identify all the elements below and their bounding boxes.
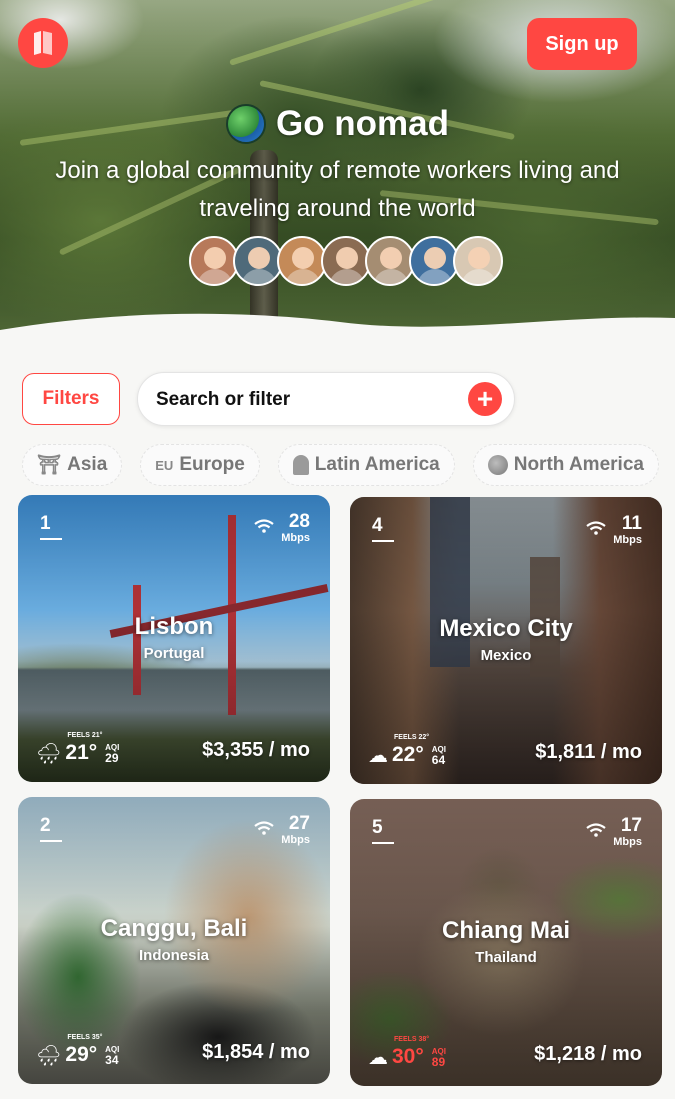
- feels-like: FEELS 21°: [67, 732, 103, 739]
- hero-title: Go nomad: [0, 104, 675, 144]
- cloud-icon: ☁: [368, 745, 388, 767]
- filters-button[interactable]: Filters: [22, 373, 120, 425]
- wifi-speed: 28 Mbps: [281, 511, 310, 544]
- feels-like: FEELS 35°: [67, 1034, 103, 1041]
- chip-north-america[interactable]: North America: [472, 444, 659, 486]
- city-card-chiang-mai[interactable]: 5 17 Mbps Chiang Mai Thailand ☁ FEELS 38°…: [350, 799, 662, 1086]
- chip-label: Latin America: [314, 454, 440, 475]
- add-filter-button[interactable]: +: [468, 382, 502, 416]
- wifi-speed: 17 Mbps: [613, 815, 642, 848]
- wifi-icon: [254, 519, 274, 533]
- member-avatars[interactable]: [189, 236, 503, 286]
- avatar[interactable]: [453, 236, 503, 286]
- hero-wave: [0, 313, 675, 360]
- rank-number: 5: [372, 817, 394, 844]
- wifi-icon: [586, 521, 606, 535]
- wifi-icon: [586, 823, 606, 837]
- globe-icon: [225, 104, 266, 144]
- hero-subtitle: Join a global community of remote worker…: [55, 157, 620, 222]
- aqi-value: 29: [105, 751, 119, 765]
- wifi-icon: [254, 821, 274, 835]
- cloud-icon: ☁: [368, 1047, 388, 1069]
- monthly-cost: $1,218 / mo: [534, 1043, 642, 1065]
- city-name: Lisbon: [134, 613, 214, 640]
- chip-latin-america[interactable]: Latin America: [277, 444, 455, 486]
- eu-icon: EU: [155, 457, 174, 473]
- feels-like: FEELS 38°: [394, 1036, 430, 1043]
- city-card-mexico-city[interactable]: 4 11 Mbps Mexico City Mexico ☁ FEELS 22° 2…: [350, 497, 662, 784]
- monthly-cost: $1,854 / mo: [202, 1041, 310, 1063]
- weather-info: ☁ FEELS 22° 22° AQI 64: [368, 734, 446, 767]
- wifi-speed: 27 Mbps: [281, 813, 310, 846]
- weather-info: 🌧 FEELS 21° 21° AQI 29: [36, 732, 119, 765]
- country-name: Thailand: [475, 949, 537, 966]
- page-title: Go nomad: [275, 104, 450, 143]
- weather-info: ☁ FEELS 38° 30° AQI 89: [368, 1036, 446, 1069]
- avatar[interactable]: [233, 236, 283, 286]
- chip-asia[interactable]: ⛩ Asia: [22, 444, 123, 486]
- avatar[interactable]: [277, 236, 327, 286]
- temperature: 30°: [392, 1045, 424, 1068]
- city-name: Canggu, Bali: [100, 915, 248, 942]
- logo-icon: [34, 31, 52, 55]
- country-name: Mexico: [480, 647, 532, 664]
- avatar[interactable]: [409, 236, 459, 286]
- monthly-cost: $3,355 / mo: [202, 739, 310, 761]
- temperature: 29°: [65, 1043, 98, 1066]
- chip-label: North America: [513, 454, 644, 475]
- weather-info: 🌧 FEELS 35° 29° AQI 34: [36, 1034, 119, 1067]
- search-bar[interactable]: [137, 372, 515, 427]
- aqi-value: 64: [431, 753, 446, 767]
- avatar[interactable]: [189, 236, 239, 286]
- signup-button[interactable]: Sign up: [527, 18, 637, 70]
- rain-cloud-icon: 🌧: [36, 743, 62, 765]
- avatar[interactable]: [321, 236, 371, 286]
- feels-like: FEELS 22°: [394, 734, 430, 741]
- region-chips: ⛩ Asia EU Europe Latin America North Ame…: [22, 444, 659, 486]
- city-name: Mexico City: [439, 615, 573, 642]
- aqi-value: 89: [431, 1055, 446, 1069]
- chip-label: Europe: [179, 454, 245, 475]
- logo[interactable]: [18, 18, 68, 68]
- rank-number: 2: [40, 815, 62, 842]
- chip-label: Asia: [67, 454, 108, 475]
- ball-icon: [487, 455, 508, 475]
- country-name: Indonesia: [138, 947, 209, 964]
- city-card-lisbon[interactable]: 1 28 Mbps Lisbon Portugal 🌧 FEELS 21° 21° …: [18, 495, 330, 782]
- rank-number: 4: [372, 515, 394, 542]
- temperature: 21°: [65, 741, 98, 764]
- country-name: Portugal: [143, 645, 205, 662]
- temperature: 22°: [392, 743, 424, 766]
- city-card-canggu-bali[interactable]: 2 27 Mbps Canggu, Bali Indonesia 🌧 FEELS …: [18, 797, 330, 1084]
- monthly-cost: $1,811 / mo: [535, 741, 642, 763]
- rain-cloud-icon: 🌧: [36, 1045, 62, 1067]
- rank-number: 1: [40, 513, 62, 540]
- torii-icon: ⛩: [37, 455, 62, 476]
- avatar[interactable]: [365, 236, 415, 286]
- statue-icon: [292, 455, 309, 475]
- wifi-speed: 11 Mbps: [613, 513, 642, 546]
- city-name: Chiang Mai: [441, 917, 570, 944]
- aqi-value: 34: [105, 1053, 119, 1067]
- chip-europe[interactable]: EU Europe: [140, 444, 260, 486]
- search-input[interactable]: [156, 373, 456, 427]
